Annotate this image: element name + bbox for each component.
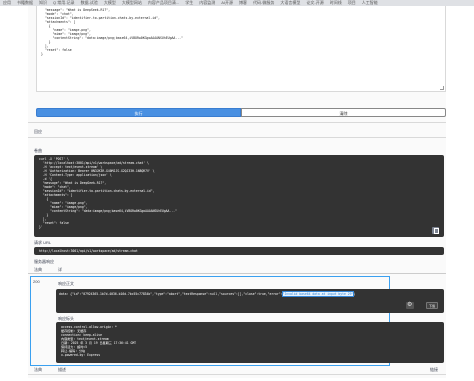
response-headers-block: access-control-allow-origin: * 缓存控制: 无缓存… — [56, 322, 444, 363]
divider — [28, 374, 446, 375]
code-column-header: 法典 — [34, 267, 42, 272]
action-buttons: 执行 清除 — [36, 108, 446, 117]
clear-button[interactable]: 清除 — [241, 108, 446, 117]
response-body-text: data: {"id":"07924365-1b7d-4036-b16d-7bc… — [59, 291, 356, 297]
curl-label: 卷曲 — [34, 148, 42, 153]
response-body-block: data: {"id":"07924365-1b7d-4036-b16d-7bc… — [56, 289, 444, 313]
details-column-header: 详 — [58, 267, 62, 272]
page-margin-right — [446, 6, 474, 381]
request-url-value: http://localhost:3001/api/v1/workspace/a… — [39, 249, 138, 253]
curl-code-block: curl -X 'POST' \ 'http://localhost:3001/… — [34, 155, 444, 237]
status-code: 200 — [33, 279, 40, 284]
curl-line: "contentString": "data:image/png;base64,… — [39, 209, 177, 213]
responses-code-heading: 法典 — [34, 367, 42, 372]
resize-grip-icon[interactable] — [440, 86, 444, 90]
header-line: x-powered-by: Express — [61, 353, 101, 357]
response-headers-label: 响应标头 — [58, 316, 74, 321]
response-body-label: 响应正文 — [58, 281, 74, 286]
request-url-block: http://localhost:3001/api/v1/workspace/a… — [34, 247, 444, 255]
request-body-editor[interactable]: "message": "What is DeepSeek-R1?", "mode… — [36, 6, 446, 92]
execute-button[interactable]: 执行 — [36, 108, 241, 117]
page-margin-left — [0, 6, 28, 381]
code-line: "reset": false — [41, 48, 72, 52]
divider — [28, 137, 446, 138]
code-line: "contentString": "data:image/png;base64,… — [41, 36, 184, 40]
response-body-prefix: data: {"id":"07924365-1b7d-4036-b16d-7bc… — [59, 292, 283, 296]
server-response-label: 服务器响应 — [34, 259, 54, 264]
download-button[interactable]: 下载 — [426, 302, 438, 309]
responses-description-heading: 描述 — [58, 367, 66, 372]
copy-icon[interactable] — [432, 227, 439, 234]
responses-heading: 回应 — [34, 129, 42, 134]
curl-line: "reset": false — [39, 221, 69, 225]
responses-links-heading: 链接 — [430, 367, 438, 372]
curl-line: }' — [39, 225, 43, 229]
swagger-operation-panel: "message": "What is DeepSeek-R1?", "mode… — [28, 6, 446, 378]
settings-icon[interactable] — [406, 301, 414, 309]
response-error-highlight: "Invalid base64 data at input byte 29" — [281, 291, 355, 297]
response-body-suffix: } — [353, 292, 356, 296]
request-url-label: 请求 URL — [34, 240, 52, 245]
divider — [28, 122, 446, 123]
code-line: } — [41, 52, 43, 56]
response-table-header: 法典 详 — [28, 266, 446, 274]
